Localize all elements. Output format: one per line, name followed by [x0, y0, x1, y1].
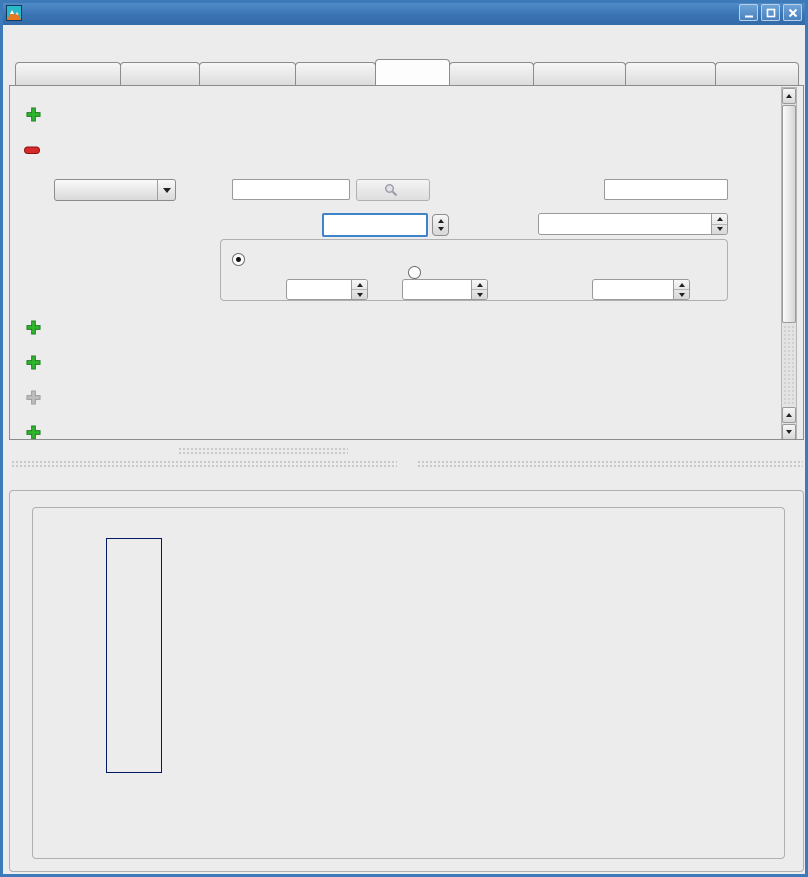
scan-mode-select[interactable]: [54, 179, 176, 201]
spin-up-icon: [477, 283, 483, 287]
constant-step-radio[interactable]: [232, 253, 245, 266]
tab-bar: [3, 58, 805, 85]
spin-up-icon: [679, 283, 685, 287]
combo-arrow: [157, 180, 175, 200]
spin-down-icon: [717, 227, 723, 231]
maximize-button[interactable]: [761, 4, 780, 21]
magnifier-icon: [384, 183, 398, 197]
spin-down-icon: [357, 293, 363, 297]
spin-down-icon: [477, 293, 483, 297]
spin-down-icon: [679, 293, 685, 297]
dock-handle-right[interactable]: [417, 460, 803, 467]
spin-up-icon: [357, 283, 363, 287]
from-value: [287, 280, 351, 299]
tab-advanced[interactable]: [449, 62, 534, 85]
spin-down-icon: [438, 227, 444, 231]
scrollbar-thumb[interactable]: [782, 105, 796, 323]
expand-plus-icon[interactable]: [26, 355, 41, 370]
tab-settings[interactable]: [120, 62, 200, 85]
menu-bar: [3, 27, 805, 55]
expand-plus-icon[interactable]: [26, 107, 41, 122]
vertical-scrollbar[interactable]: [781, 87, 797, 440]
step-size-input[interactable]: [592, 279, 690, 300]
tab-actions[interactable]: [375, 59, 450, 85]
zoom-selection-rectangle: [106, 538, 162, 773]
to-value: [403, 280, 471, 299]
app-window: [0, 0, 808, 877]
collapse-minus-icon[interactable]: [24, 144, 40, 156]
scan-script-input[interactable]: [232, 179, 350, 200]
step-size-stepper[interactable]: [673, 280, 689, 299]
from-stepper[interactable]: [351, 280, 367, 299]
precision-input[interactable]: [538, 213, 728, 235]
tab-debugging[interactable]: [533, 62, 626, 85]
menu-modes[interactable]: [31, 38, 47, 44]
additional-parameter-input[interactable]: [604, 179, 728, 200]
to-stepper[interactable]: [471, 280, 487, 299]
expand-plus-icon-disabled: [26, 390, 41, 405]
actions-tab-pane: [9, 85, 804, 440]
scrollbar-track[interactable]: [783, 325, 795, 405]
title-bar[interactable]: [0, 0, 808, 25]
scroll-up-button[interactable]: [782, 88, 796, 104]
tab-developer[interactable]: [625, 62, 716, 85]
spin-up-icon: [438, 219, 444, 223]
dock-handle-left[interactable]: [11, 460, 397, 467]
precision-value: [539, 214, 711, 234]
to-input[interactable]: [402, 279, 488, 300]
close-button[interactable]: [783, 4, 802, 21]
tab-data-output[interactable]: [199, 62, 296, 85]
tab-plot[interactable]: [295, 62, 376, 85]
scroll-up-button-2[interactable]: [782, 407, 796, 423]
specific-values-radio[interactable]: [408, 266, 421, 279]
measurement-groupbox: [9, 490, 804, 872]
start-image-groupbox: [32, 507, 785, 859]
num-steps-input[interactable]: [322, 213, 428, 237]
tab-messages[interactable]: [715, 62, 799, 85]
chevron-down-icon: [163, 188, 171, 193]
num-steps-stepper[interactable]: [432, 214, 449, 236]
plot-dock-titlebar[interactable]: [11, 455, 803, 471]
arrow-up-icon: [786, 413, 792, 417]
minimize-button[interactable]: [739, 4, 758, 21]
spin-up-icon: [717, 217, 723, 221]
splitter-handle[interactable]: [178, 447, 348, 454]
tab-measurement[interactable]: [15, 62, 121, 85]
step-size-value: [593, 280, 673, 299]
expand-plus-icon[interactable]: [26, 320, 41, 335]
app-logo-icon: [6, 5, 22, 21]
menu-utilities[interactable]: [11, 38, 27, 44]
arrow-down-icon: [786, 430, 792, 434]
scroll-down-button[interactable]: [782, 424, 796, 440]
from-input[interactable]: [286, 279, 368, 300]
arrow-up-icon: [786, 94, 792, 98]
browse-button[interactable]: [356, 179, 430, 201]
precision-stepper[interactable]: [711, 214, 727, 234]
menu-help[interactable]: [51, 38, 67, 44]
expand-plus-icon[interactable]: [26, 425, 41, 440]
